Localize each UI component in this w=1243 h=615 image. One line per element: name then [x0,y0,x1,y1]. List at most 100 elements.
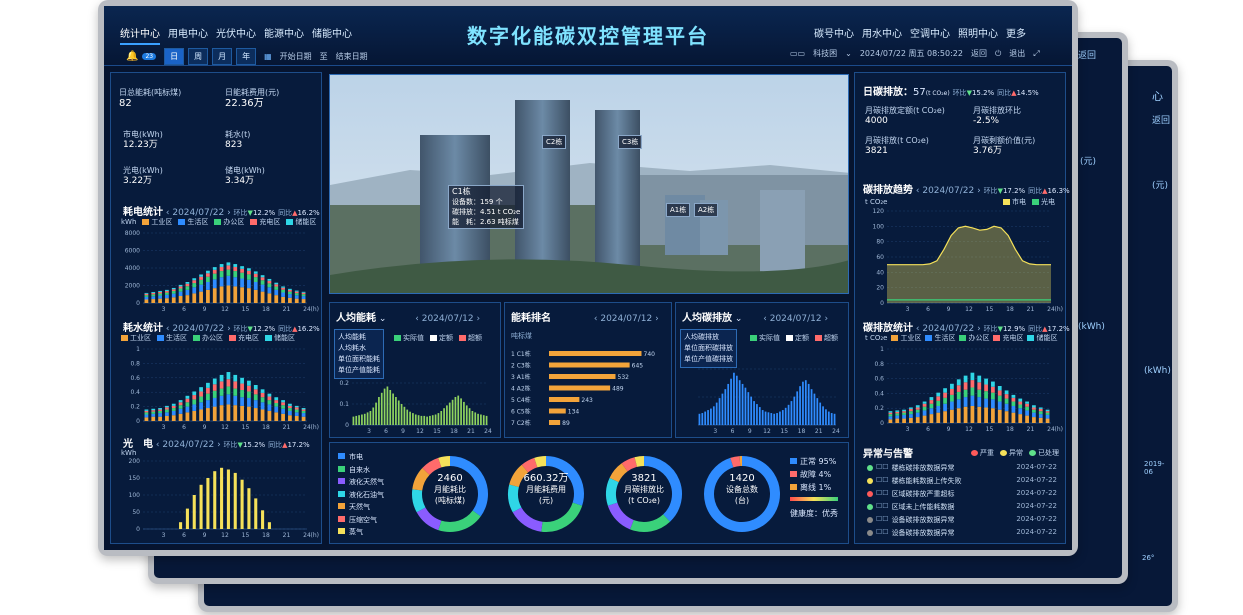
donut-0-title: 月能耗比 [434,485,466,494]
trend-ytick: 60 [876,254,884,261]
carbon-mom2: 月碳排放环比 -2.5% [973,105,1021,127]
menu-item-1[interactable]: 人均耗水 [338,343,380,354]
donut-1-slice [534,456,547,468]
carbon-stats-bar [936,400,941,406]
date-next-icon[interactable]: › [652,314,659,324]
carbon-stats-bar [984,407,988,423]
water-bar [240,390,244,398]
page-title: 数字化能碳双控管理平台 [467,24,709,48]
energy-mix-label: 自来水 [349,465,370,474]
carbon-remain-value: 3.76万 [973,146,1003,156]
power-bar [281,292,285,297]
checkbox-icon[interactable]: ☐☐ [876,502,889,512]
donut-2-unit: (t CO₂e) [628,496,660,505]
trend-xtick: 3 [906,306,910,313]
checkbox-icon[interactable]: ☐☐ [876,463,889,473]
nav-item-right-1[interactable]: 用水中心 [862,25,902,43]
donut-1-slice [541,502,583,532]
water-bar [199,387,203,392]
grid-power: 市电(kWh) 12.23万 [123,129,163,151]
nav-item-right-3[interactable]: 照明中心 [958,25,998,43]
nav-item-0[interactable]: 统计中心 [120,25,160,45]
checkbox-icon[interactable]: ☐☐ [876,528,889,538]
nav-item-right-2[interactable]: 空调中心 [910,25,950,43]
per-capita-title[interactable]: 人均能耗 [336,313,376,324]
pv-bar [267,522,271,529]
stats-mom-value: 12.9% [1002,325,1026,333]
menu-item-1[interactable]: 单位面积碳排放 [684,343,733,354]
alarm-row-5[interactable]: ☐☐ 设备碳排放数据异常 2024-07-22 [867,528,1057,538]
nav-item-2[interactable]: 光伏中心 [216,25,256,45]
alarm-row-3[interactable]: ☐☐ 区域未上传能耗数据 2024-07-22 [867,502,1057,512]
logout-button[interactable]: 退出 [1009,48,1025,59]
water-bar [233,405,238,421]
nav-item-3[interactable]: 能源中心 [264,25,304,45]
end-date-field[interactable]: 结束日期 [336,51,368,62]
power-ytick: 6000 [125,248,140,255]
fullscreen-icon[interactable]: ⤢ [1033,49,1039,59]
pv-bar [206,478,210,529]
building-c2-tag[interactable]: C2栋 [542,135,567,149]
tab-period-0[interactable]: 日 [164,48,185,65]
top-bar: 统计中心 用电中心 光伏中心 能源中心 储能中心 数字化能碳双控管理平台 碳号中心 用水中… [104,6,1072,66]
power-legend-1: 生活区 [178,217,208,227]
water-bar [144,417,149,421]
alarm-title: 异常与告警 [863,449,913,460]
per-capita-bar [380,392,383,425]
carbon-stats-bar [1004,398,1009,404]
per-carbon-title[interactable]: 人均碳排放 [682,313,732,324]
building-a2-tag[interactable]: A2栋 [694,203,719,217]
alarm-row-1[interactable]: ☐☐ 楼栋能耗数据上传失败 2024-07-22 [867,476,1057,486]
tab-period-1[interactable]: 周 [188,48,209,65]
bell-icon[interactable]: 🔔 [126,51,138,62]
menu-item-2[interactable]: 单位产值碳排放 [684,354,733,365]
theme-select[interactable]: 科技困 [813,48,837,59]
energy-mix-label: 液化天然气 [349,478,384,486]
building-a1-tag[interactable]: A1栋 [666,203,691,217]
carbon-stats-bar [970,395,975,406]
building-c1-tag[interactable]: C1栋 设备数：159 个 碳排放：4.51 t CO₂e 能 耗：2.63 吨… [448,185,525,229]
power-bar [178,291,183,296]
nav-item-right-0[interactable]: 碳号中心 [814,25,854,43]
date-next-icon[interactable]: › [822,314,828,324]
per-capita-bar [352,416,355,425]
date-next-icon[interactable]: › [214,440,223,450]
nav-item-1[interactable]: 用电中心 [168,25,208,45]
trend-ytick: 20 [876,285,884,292]
checkbox-icon[interactable]: ☐☐ [876,489,889,499]
nav-item-right-4[interactable]: 更多 [1006,25,1026,43]
alarm-row-2[interactable]: ☐☐ 区域碳排放严重超标 2024-07-22 [867,489,1057,499]
carbon-stats-bar [963,406,968,423]
carbon-stats-bar [977,382,982,390]
per-carbon-bar [730,378,732,425]
tab-period-3[interactable]: 年 [236,48,257,65]
checkbox-icon[interactable]: ☐☐ [876,515,889,525]
menu-item-0[interactable]: 人均能耗 [338,332,380,343]
water-bar [240,405,244,421]
alarm-row-4[interactable]: ☐☐ 设备碳排放数据异常 2024-07-22 [867,515,1057,525]
power-bar [253,271,258,274]
nav-item-4[interactable]: 储能中心 [312,25,352,45]
alarm-header: 异常与告警 严重 异常 已处理 [863,445,1059,461]
checkbox-icon[interactable]: ☐☐ [876,476,889,486]
power-bar [288,294,292,298]
building-c3-tag[interactable]: C3栋 [618,135,643,149]
start-date-field[interactable]: 开始日期 [280,51,312,62]
date-next-icon[interactable]: › [974,186,981,196]
device-status: 正常 95% 故障 4% 离线 1% 健康度：优秀 [790,455,838,520]
menu-item-2[interactable]: 单位面积能耗 [338,354,380,365]
menu-item-3[interactable]: 单位产值能耗 [338,365,380,376]
ranking-value: 645 [632,363,644,370]
per-capita-bar [372,407,375,425]
power-bar [199,276,203,280]
per-carbon-legend: 实际值 定额 超额 [750,333,838,343]
water-bar [253,385,258,390]
back-button[interactable]: 返回 [971,48,987,59]
date-next-icon[interactable]: › [474,314,480,324]
power-bar [144,293,149,296]
power-bar [274,289,279,296]
tab-period-2[interactable]: 月 [212,48,233,65]
health-value: 优秀 [822,509,838,518]
alarm-row-0[interactable]: ☐☐ 楼栋碳排放数据异常 2024-07-22 [867,463,1057,473]
menu-item-0[interactable]: 人均碳排放 [684,332,733,343]
